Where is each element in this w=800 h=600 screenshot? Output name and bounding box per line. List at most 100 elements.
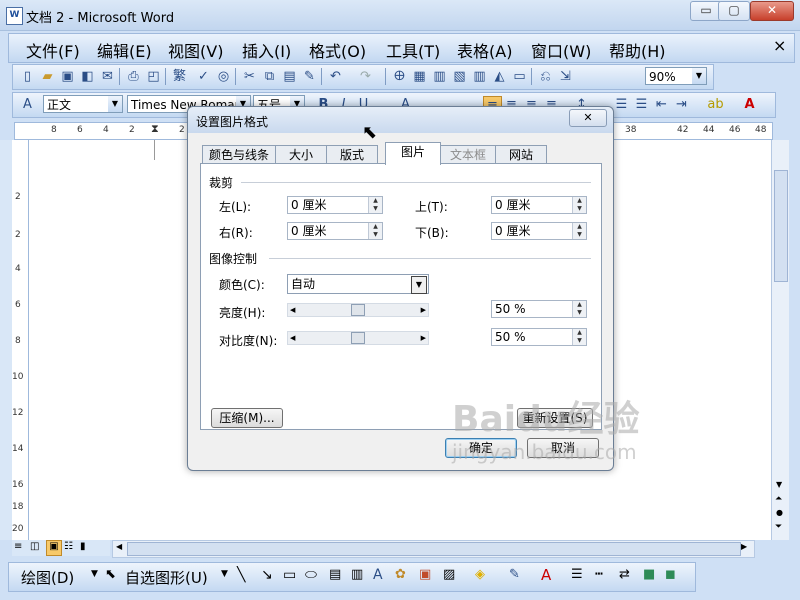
- tab-textbox[interactable]: 文本框: [440, 145, 496, 164]
- scroll-down-icon[interactable]: ▼: [776, 480, 782, 489]
- fill-color-icon[interactable]: ◈: [475, 567, 485, 582]
- new-document-icon[interactable]: ▯: [19, 68, 36, 85]
- clipart-icon[interactable]: ▣: [419, 567, 431, 582]
- previous-page-icon[interactable]: ⏶: [775, 494, 782, 504]
- contrast-slider[interactable]: ◀ ▶: [287, 331, 429, 345]
- menu-insert[interactable]: 插入(I): [242, 38, 291, 62]
- traditional-chinese-icon[interactable]: 繁: [171, 68, 188, 85]
- chevron-down-icon[interactable]: ▼: [221, 569, 228, 579]
- reading-view-icon[interactable]: ▮: [80, 541, 86, 552]
- insert-excel-icon[interactable]: ▧: [451, 68, 468, 85]
- show-hide-icon[interactable]: ⎌: [537, 68, 554, 85]
- spin-arrows-icon[interactable]: ▲ ▼: [572, 301, 586, 317]
- dash-style-icon[interactable]: ┅: [595, 567, 603, 582]
- research-icon[interactable]: ◎: [215, 68, 232, 85]
- hyperlink-icon[interactable]: 🜨: [391, 68, 408, 85]
- spin-arrows-icon[interactable]: ▲ ▼: [572, 329, 586, 345]
- slider-left-icon[interactable]: ◀: [290, 332, 295, 344]
- spin-arrows-icon[interactable]: ▲ ▼: [572, 223, 586, 239]
- print-preview-icon[interactable]: ◰: [145, 68, 162, 85]
- word-app-icon[interactable]: W: [6, 7, 23, 25]
- document-map-icon[interactable]: ▭: [511, 68, 528, 85]
- vertical-textbox-icon[interactable]: ▥: [351, 567, 363, 582]
- crop-right-field[interactable]: 0 厘米 ▲ ▼: [287, 222, 383, 240]
- chevron-down-icon[interactable]: ▼: [411, 276, 427, 294]
- save-icon[interactable]: ▣: [59, 68, 76, 85]
- permission-icon[interactable]: ◧: [79, 68, 96, 85]
- slider-right-icon[interactable]: ▶: [421, 304, 426, 316]
- horizontal-scrollbar[interactable]: ◀ ▶: [112, 540, 755, 558]
- tables-borders-icon[interactable]: ▦: [411, 68, 428, 85]
- outline-view-icon[interactable]: ☷: [64, 541, 73, 552]
- cut-icon[interactable]: ✂: [241, 68, 258, 85]
- tab-web[interactable]: 网站: [495, 145, 547, 164]
- vertical-scrollbar[interactable]: ▼ ⏶ ● ⏷: [771, 140, 789, 540]
- read-icon[interactable]: ⇲: [557, 68, 574, 85]
- diagram-icon[interactable]: ✿: [395, 567, 406, 582]
- menu-file[interactable]: 文件(F): [26, 38, 80, 62]
- menu-window[interactable]: 窗口(W): [531, 38, 591, 62]
- increase-indent-icon[interactable]: ⇥: [673, 96, 690, 113]
- scroll-thumb[interactable]: [774, 170, 788, 282]
- web-view-icon[interactable]: ◫: [30, 541, 39, 552]
- menu-format[interactable]: 格式(O): [309, 38, 366, 62]
- crop-top-field[interactable]: 0 厘米 ▲ ▼: [491, 196, 587, 214]
- styles-icon[interactable]: A: [19, 96, 36, 113]
- numbering-icon[interactable]: ☰: [613, 96, 630, 113]
- close-button[interactable]: ✕: [750, 1, 794, 21]
- decrease-indent-icon[interactable]: ⇤: [653, 96, 670, 113]
- chevron-down-icon[interactable]: ▼: [91, 569, 98, 579]
- zoom-combo[interactable]: 90% ▼: [645, 67, 707, 85]
- paste-icon[interactable]: ▤: [281, 68, 298, 85]
- arrow-icon[interactable]: ↘: [261, 567, 273, 583]
- tab-layout[interactable]: 版式: [326, 145, 378, 164]
- contrast-field[interactable]: 50 % ▲ ▼: [491, 328, 587, 346]
- next-page-icon[interactable]: ⏷: [775, 522, 782, 532]
- drawing-icon[interactable]: ◭: [491, 68, 508, 85]
- scroll-thumb[interactable]: [127, 542, 741, 556]
- crop-bottom-field[interactable]: 0 厘米 ▲ ▼: [491, 222, 587, 240]
- shadow-style-icon[interactable]: ■: [643, 567, 655, 582]
- slider-right-icon[interactable]: ▶: [421, 332, 426, 344]
- compress-button[interactable]: 压缩(M)...: [211, 408, 283, 428]
- dialog-title-bar[interactable]: 设置图片格式 ✕: [188, 107, 613, 133]
- crop-left-field[interactable]: 0 厘米 ▲ ▼: [287, 196, 383, 214]
- scroll-left-icon[interactable]: ◀: [116, 542, 122, 551]
- indent-marker-icon[interactable]: ⧗: [151, 122, 159, 136]
- tab-picture[interactable]: 图片: [385, 142, 441, 165]
- wordart-icon[interactable]: A: [373, 567, 383, 583]
- oval-icon[interactable]: ⬭: [305, 567, 317, 583]
- menu-edit[interactable]: 编辑(E): [97, 38, 152, 62]
- spelling-icon[interactable]: ✓: [195, 68, 212, 85]
- format-painter-icon[interactable]: ✎: [301, 68, 318, 85]
- line-icon[interactable]: ╲: [237, 567, 245, 583]
- color-dropdown[interactable]: 自动 ▼: [287, 274, 429, 294]
- normal-view-icon[interactable]: ≡: [14, 541, 22, 552]
- arrow-style-icon[interactable]: ⇄: [619, 567, 630, 582]
- style-combo[interactable]: 正文 ▼: [43, 95, 123, 113]
- line-style-icon[interactable]: ☰: [571, 567, 583, 582]
- brightness-field[interactable]: 50 % ▲ ▼: [491, 300, 587, 318]
- draw-menu[interactable]: 绘图(D): [21, 567, 74, 588]
- vertical-ruler[interactable]: 2 2 4 6 8 10 12 14 16 18 20: [12, 140, 29, 540]
- dialog-close-button[interactable]: ✕: [569, 109, 607, 127]
- maximize-button[interactable]: ▢: [718, 1, 750, 21]
- select-objects-icon[interactable]: ⬉: [105, 567, 116, 582]
- bullets-icon[interactable]: ☰: [633, 96, 650, 113]
- highlight-icon[interactable]: ab: [707, 96, 724, 113]
- menu-view[interactable]: 视图(V): [168, 38, 223, 62]
- font-color-icon[interactable]: A: [741, 96, 758, 113]
- menu-help[interactable]: 帮助(H): [609, 38, 666, 62]
- brightness-slider[interactable]: ◀ ▶: [287, 303, 429, 317]
- print-icon[interactable]: ⎙: [125, 68, 142, 85]
- email-icon[interactable]: ✉: [99, 68, 116, 85]
- chevron-down-icon[interactable]: ▼: [108, 96, 122, 112]
- line-color-icon[interactable]: ✎: [509, 567, 520, 582]
- tab-colors-lines[interactable]: 颜色与线条: [202, 145, 276, 164]
- tab-size[interactable]: 大小: [275, 145, 327, 164]
- print-layout-icon[interactable]: ▣: [46, 540, 62, 556]
- spin-arrows-icon[interactable]: ▲ ▼: [368, 197, 382, 213]
- undo-icon[interactable]: ↶: [327, 68, 344, 85]
- chevron-down-icon[interactable]: ▼: [692, 68, 706, 84]
- textbox-icon[interactable]: ▤: [329, 567, 341, 582]
